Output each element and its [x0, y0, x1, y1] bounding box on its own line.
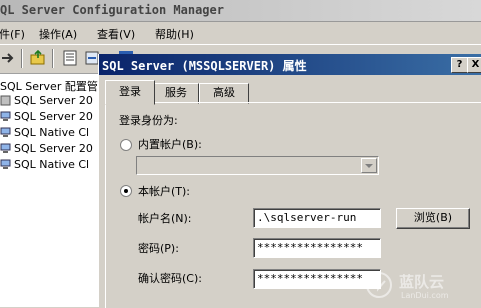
tree-item-label: SQL Native Cl — [14, 158, 90, 171]
password-field[interactable]: **************** — [253, 238, 381, 258]
properties-icon[interactable] — [62, 50, 78, 66]
password-label: 密码(P): — [138, 242, 179, 255]
radio-selected-dot — [124, 189, 128, 193]
confirm-password-label: 确认密码(C): — [138, 272, 202, 285]
server-icon — [0, 95, 11, 106]
tab-logon[interactable]: 登录 — [105, 80, 155, 105]
menu-bar: 件(F) 操作(A) 查看(V) 帮助(H) — [0, 22, 481, 45]
builtin-account-radio[interactable] — [120, 139, 132, 151]
dialog-title: SQL Server (MSSQLSERVER) 属性 — [102, 59, 307, 73]
watermark-logo-icon — [366, 272, 392, 298]
menu-view[interactable]: 查看(V) — [97, 26, 135, 42]
watermark-subtext: LanDui.com — [401, 291, 449, 300]
confirm-password-field[interactable]: **************** — [253, 269, 381, 289]
menu-help[interactable]: 帮助(H) — [155, 26, 194, 42]
tree-root-label: SQL Server 配置管 — [0, 80, 98, 93]
tree-item-label: SQL Server 20 — [14, 94, 93, 107]
network-icon — [0, 111, 11, 121]
tree-view: SQL Server 配置管 SQL Server 20 SQL Server … — [0, 74, 98, 307]
app-title-bar: QL Server Configuration Manager — [0, 0, 481, 22]
menu-file[interactable]: 件(F) — [0, 26, 25, 42]
close-button[interactable]: X — [467, 57, 481, 73]
network-icon — [0, 143, 11, 153]
builtin-account-select[interactable] — [136, 156, 379, 175]
network-icon — [0, 127, 11, 137]
builtin-account-label: 内置帐户(B): — [138, 138, 202, 151]
toolbar-separator — [21, 49, 23, 68]
toolbar-separator — [52, 49, 54, 68]
confirm-password-value: **************** — [257, 272, 363, 285]
watermark-text: 蓝队云 — [399, 273, 445, 291]
tab-service[interactable]: 服务 — [153, 83, 199, 104]
chevron-down-icon[interactable] — [361, 158, 377, 173]
logon-as-label: 登录身份为: — [119, 114, 178, 127]
network-icon — [0, 159, 11, 169]
password-value: **************** — [257, 241, 363, 254]
this-account-label: 本帐户(T): — [138, 185, 191, 198]
folder-up-icon[interactable] — [30, 50, 46, 66]
dialog-title-bar: SQL Server (MSSQLSERVER) 属性 ? X — [99, 54, 481, 75]
this-account-radio[interactable] — [120, 185, 132, 197]
app-title: QL Server Configuration Manager — [0, 3, 224, 17]
tree-item-label: SQL Server 20 — [14, 142, 93, 155]
forward-arrow-icon[interactable] — [1, 50, 17, 66]
menu-action[interactable]: 操作(A) — [39, 26, 77, 42]
account-name-label: 帐户名(N): — [138, 212, 192, 225]
watermark: 蓝队云 LanDui.com — [365, 269, 475, 303]
help-button[interactable]: ? — [451, 57, 468, 73]
browse-button[interactable]: 浏览(B) — [396, 208, 470, 229]
account-name-field[interactable]: .\sqlserver-run — [253, 208, 381, 228]
tab-advanced[interactable]: 高级 — [199, 83, 249, 104]
tree-item-label: SQL Native Cl — [14, 126, 90, 139]
account-name-value: .\sqlserver-run — [257, 211, 357, 224]
tree-item-label: SQL Server 20 — [14, 110, 93, 123]
